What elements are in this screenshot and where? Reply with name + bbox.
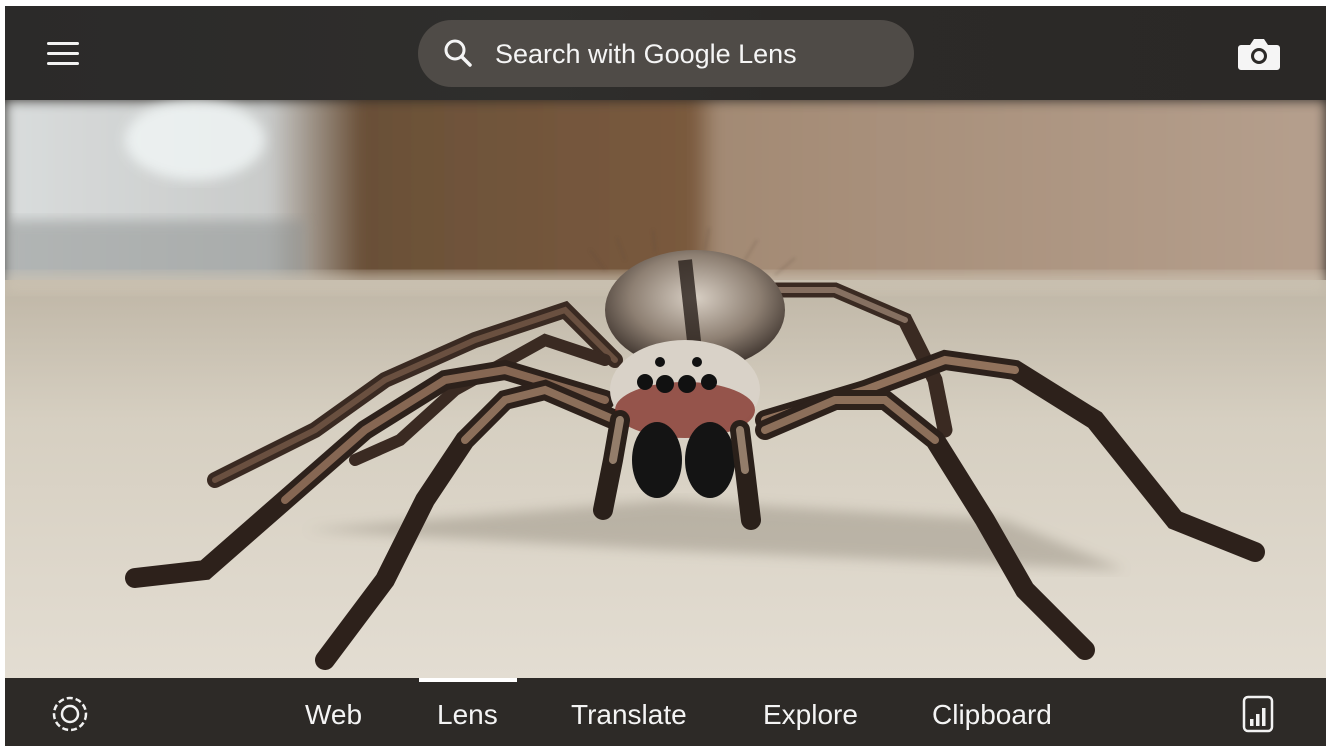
tab-clipboard[interactable]: Clipboard (932, 698, 1052, 732)
tab-web[interactable]: Web (305, 698, 362, 732)
hamburger-menu-icon[interactable] (43, 38, 83, 70)
lens-capture-icon[interactable] (51, 695, 89, 733)
top-bar: Search with Google Lens (5, 6, 1326, 100)
search-placeholder: Search with Google Lens (495, 39, 797, 69)
bottom-bar: Web Lens Translate Explore Clipboard (5, 678, 1326, 746)
recent-screenshot-icon[interactable] (1242, 695, 1274, 733)
search-box[interactable]: Search with Google Lens (418, 20, 914, 87)
camera-icon[interactable] (1237, 36, 1281, 72)
selected-tab-indicator (419, 678, 517, 682)
tab-explore[interactable]: Explore (763, 698, 858, 732)
tab-translate[interactable]: Translate (571, 698, 687, 732)
camera-viewfinder-image[interactable] (5, 100, 1326, 678)
search-icon (444, 39, 472, 67)
tab-lens[interactable]: Lens (437, 698, 498, 732)
lens-app-window: Search with Google Lens Web Lens Transla… (5, 6, 1326, 746)
